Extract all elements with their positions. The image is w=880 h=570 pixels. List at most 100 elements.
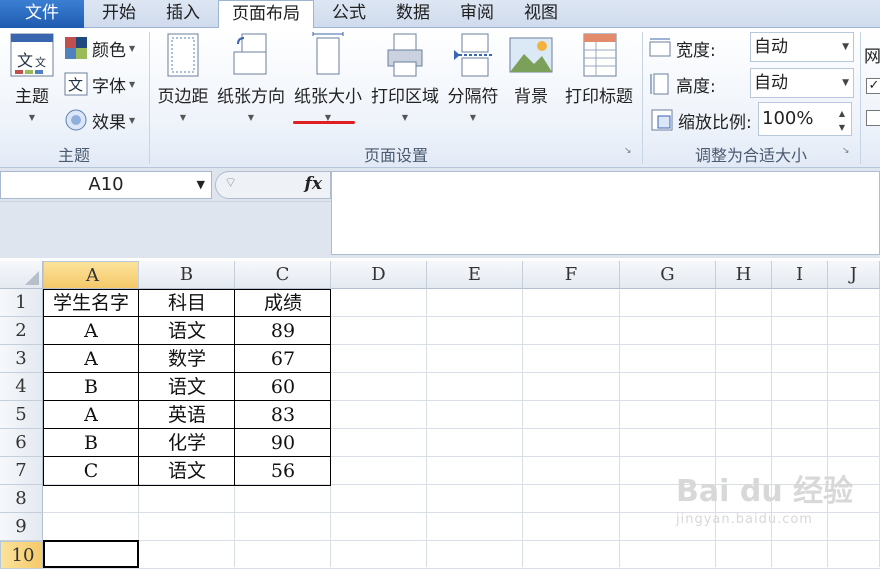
cell-c3[interactable]: 67 bbox=[235, 345, 331, 373]
cell-b2[interactable]: 语文 bbox=[139, 317, 235, 345]
column-header-c[interactable]: C bbox=[235, 261, 331, 289]
width-label: 宽度: bbox=[676, 40, 716, 61]
size-label: 纸张大小 bbox=[294, 87, 362, 107]
ribbon-tab-bar: 文件 开始 插入 页面布局 公式 数据 审阅 视图 bbox=[0, 0, 880, 29]
print-titles-button[interactable]: 打印标题 bbox=[560, 32, 638, 107]
column-header-h[interactable]: H bbox=[716, 261, 772, 289]
cell-c7[interactable]: 56 bbox=[235, 457, 331, 485]
select-all-corner[interactable] bbox=[0, 261, 43, 289]
row-header-1[interactable]: 1 bbox=[0, 289, 43, 317]
formula-input[interactable] bbox=[331, 171, 880, 255]
spin-up-icon[interactable]: ▲ bbox=[839, 109, 845, 119]
row-header-8[interactable]: 8 bbox=[0, 485, 43, 513]
theme-colors-button[interactable]: 颜色 ▼ bbox=[64, 34, 135, 62]
row-header-2[interactable]: 2 bbox=[0, 317, 43, 345]
tab-view[interactable]: 视图 bbox=[510, 0, 572, 28]
colors-label: 颜色 bbox=[92, 40, 126, 61]
name-box-value: A10 bbox=[88, 174, 124, 195]
cell-c4[interactable]: 60 bbox=[235, 373, 331, 401]
scale-spinner[interactable]: 100% ▲ ▼ bbox=[758, 102, 852, 136]
colors-icon bbox=[65, 37, 87, 59]
row-header-10[interactable]: 10 bbox=[0, 541, 43, 569]
active-cell-selection[interactable] bbox=[43, 540, 139, 568]
theme-effects-button[interactable]: 效果 ▼ bbox=[64, 106, 135, 134]
column-header-d[interactable]: D bbox=[331, 261, 427, 289]
gridlines-view-checkbox[interactable]: ✓ bbox=[866, 78, 880, 94]
column-header-f[interactable]: F bbox=[523, 261, 620, 289]
fonts-label: 字体 bbox=[92, 76, 126, 97]
themes-icon: 文 文 bbox=[10, 33, 54, 77]
themes-button[interactable]: 文 文 主题 ▼ bbox=[6, 32, 58, 122]
cell-a3[interactable]: A bbox=[43, 345, 139, 373]
tab-review[interactable]: 审阅 bbox=[446, 0, 508, 28]
group-separator bbox=[860, 32, 861, 164]
cell-b1[interactable]: 科目 bbox=[139, 289, 235, 317]
name-box[interactable]: A10 ▼ bbox=[0, 171, 212, 199]
cell-b4[interactable]: 语文 bbox=[139, 373, 235, 401]
tab-data[interactable]: 数据 bbox=[382, 0, 444, 28]
cell-c1[interactable]: 成绩 bbox=[235, 289, 331, 317]
scale-dialog-launcher-icon[interactable]: ↘ bbox=[842, 146, 850, 156]
row-header-4[interactable]: 4 bbox=[0, 373, 43, 401]
tab-home[interactable]: 开始 bbox=[88, 0, 150, 28]
watermark-url: jingyan.baidu.com bbox=[676, 512, 813, 527]
orientation-label: 纸张方向 bbox=[217, 87, 285, 107]
scale-label-row: 缩放比例: bbox=[650, 106, 752, 134]
height-select[interactable]: 自动 ▼ bbox=[750, 68, 854, 98]
tab-file[interactable]: 文件 bbox=[0, 0, 84, 28]
cell-a6[interactable]: B bbox=[43, 429, 139, 457]
page-setup-dialog-launcher-icon[interactable]: ↘ bbox=[624, 146, 632, 156]
cell-a2[interactable]: A bbox=[43, 317, 139, 345]
name-box-dropdown-icon[interactable]: ▼ bbox=[197, 172, 205, 198]
row-header-5[interactable]: 5 bbox=[0, 401, 43, 429]
cell-b3[interactable]: 数学 bbox=[139, 345, 235, 373]
print-area-button[interactable]: 打印区域 ▼ bbox=[368, 32, 442, 122]
cell-c2[interactable]: 89 bbox=[235, 317, 331, 345]
insert-function-icon[interactable]: fx bbox=[305, 174, 322, 194]
tab-formulas[interactable]: 公式 bbox=[318, 0, 380, 28]
spin-down-icon[interactable]: ▼ bbox=[839, 123, 845, 133]
background-icon bbox=[509, 37, 553, 73]
cell-a4[interactable]: B bbox=[43, 373, 139, 401]
theme-fonts-button[interactable]: 文 字体 ▼ bbox=[64, 70, 135, 98]
drag-handle-icon[interactable]: ⌔ bbox=[224, 174, 237, 192]
size-button[interactable]: 纸张大小 ▼ bbox=[290, 32, 366, 122]
breaks-button[interactable]: 分隔符 ▼ bbox=[444, 32, 502, 122]
cell-a7[interactable]: C bbox=[43, 457, 139, 485]
themes-label: 主题 bbox=[15, 87, 49, 107]
column-header-a[interactable]: A bbox=[43, 261, 139, 289]
cell-a5[interactable]: A bbox=[43, 401, 139, 429]
column-header-g[interactable]: G bbox=[620, 261, 716, 289]
row-header-7[interactable]: 7 bbox=[0, 457, 43, 485]
themes-group-label: 主题 bbox=[57, 146, 90, 165]
formula-bar: A10 ▼ ⌔ fx bbox=[0, 168, 880, 258]
fonts-dropdown-icon: ▼ bbox=[129, 79, 136, 89]
column-header-b[interactable]: B bbox=[139, 261, 235, 289]
column-header-i[interactable]: I bbox=[772, 261, 828, 289]
print-area-icon bbox=[387, 33, 423, 77]
tab-insert[interactable]: 插入 bbox=[152, 0, 214, 28]
tab-page-layout[interactable]: 页面布局 bbox=[218, 0, 314, 29]
cell-b7[interactable]: 语文 bbox=[139, 457, 235, 485]
background-button[interactable]: 背景 bbox=[506, 32, 556, 107]
row-header-6[interactable]: 6 bbox=[0, 429, 43, 457]
height-dropdown-icon[interactable]: ▼ bbox=[842, 69, 849, 97]
cell-b5[interactable]: 英语 bbox=[139, 401, 235, 429]
print-area-label: 打印区域 bbox=[371, 87, 439, 107]
colors-dropdown-icon: ▼ bbox=[129, 43, 136, 53]
row-header-9[interactable]: 9 bbox=[0, 513, 43, 541]
row-header-3[interactable]: 3 bbox=[0, 345, 43, 373]
width-dropdown-icon[interactable]: ▼ bbox=[842, 33, 849, 61]
cell-a1[interactable]: 学生名字 bbox=[43, 289, 139, 317]
width-select[interactable]: 自动 ▼ bbox=[750, 32, 854, 62]
cell-c5[interactable]: 83 bbox=[235, 401, 331, 429]
margins-button[interactable]: 页边距 ▼ bbox=[154, 32, 212, 122]
table-border-horizontal bbox=[43, 456, 331, 457]
cell-b6[interactable]: 化学 bbox=[139, 429, 235, 457]
margins-label: 页边距 bbox=[157, 87, 209, 107]
orientation-button[interactable]: 纸张方向 ▼ bbox=[214, 32, 288, 122]
column-header-e[interactable]: E bbox=[427, 261, 523, 289]
column-header-j[interactable]: J bbox=[828, 261, 880, 289]
gridlines-print-checkbox[interactable] bbox=[866, 110, 880, 126]
cell-c6[interactable]: 90 bbox=[235, 429, 331, 457]
